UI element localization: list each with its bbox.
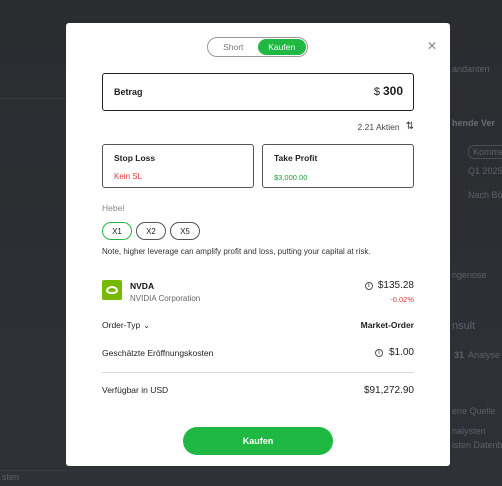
ticker-symbol: NVDA [130, 281, 155, 291]
stop-loss-field[interactable]: Stop Loss Kein SL [102, 144, 254, 188]
bg-text: Analyse [468, 350, 501, 360]
bg-text: Q1 2025 [468, 166, 502, 176]
company-name: NVIDIA Corporation [130, 294, 201, 303]
order-type-dropdown[interactable]: Order-Typ ⌄ [102, 320, 150, 330]
chevron-down-icon: ⌄ [143, 320, 150, 330]
available-value: $91,272.90 [363, 385, 414, 396]
leverage-note: Note, higher leverage can amplify profit… [102, 247, 371, 256]
bg-text: ene Quelle [452, 406, 496, 416]
estimated-cost-value: $1.00 [388, 347, 414, 358]
divider [102, 372, 414, 373]
stop-loss-value: Kein SL [114, 172, 143, 181]
bg-divider [0, 470, 66, 471]
bg-text: andanten [452, 64, 490, 74]
order-type-label: Order-Typ [102, 320, 141, 330]
shares-text: 2.21 Aktien [357, 121, 400, 132]
bg-text: ngenose [452, 270, 487, 280]
price-change: -0.02% [390, 295, 414, 304]
amount-field[interactable]: Betrag $300 [102, 73, 414, 111]
leverage-x5[interactable]: X5 [170, 222, 200, 240]
price-value: $135.28 [377, 280, 414, 291]
bg-text: Kommen [468, 145, 502, 159]
order-modal: Short Kaufen ✕ Betrag $300 2.21 Aktien ⇅… [66, 23, 450, 466]
leverage-label: Hebel [102, 203, 125, 213]
take-profit-field[interactable]: Take Profit $3,000.00 [262, 144, 414, 188]
order-side-toggle[interactable]: Short Kaufen [207, 37, 308, 57]
estimated-cost: i $1.00 [374, 347, 414, 358]
bg-text: sten [2, 472, 20, 482]
order-type-value: Market-Order [360, 320, 414, 330]
swap-icon[interactable]: ⇅ [406, 121, 414, 132]
amount-label: Betrag [114, 87, 143, 97]
take-profit-value: $3,000.00 [274, 173, 308, 182]
info-icon[interactable]: i [364, 281, 373, 290]
instrument-price: i $135.28 [364, 280, 414, 291]
available-label: Verfügbar in USD [102, 385, 169, 395]
bg-text: isten Datenb [452, 440, 502, 450]
stop-loss-label: Stop Loss [114, 153, 156, 163]
take-profit-label: Take Profit [274, 153, 318, 163]
amount-value[interactable]: $300 [374, 84, 403, 98]
bg-text: Nach Bö [468, 190, 502, 200]
nvidia-logo [102, 280, 122, 300]
shares-readout: 2.21 Aktien ⇅ [358, 121, 414, 132]
bg-text: 31 [454, 350, 465, 360]
bg-text: nalysten [452, 426, 486, 436]
buy-button[interactable]: Kaufen [183, 427, 333, 455]
bg-text: nsult [452, 320, 476, 332]
estimated-cost-label: Geschätzte Eröffnungskosten [102, 348, 214, 358]
short-option[interactable]: Short [209, 39, 258, 55]
bg-divider [0, 98, 66, 99]
currency-symbol: $ [373, 86, 380, 98]
info-icon[interactable]: i [374, 348, 383, 357]
buy-option[interactable]: Kaufen [257, 39, 306, 55]
leverage-x1[interactable]: X1 [102, 222, 132, 240]
amount-number: 300 [382, 84, 403, 98]
leverage-x2[interactable]: X2 [136, 222, 166, 240]
close-icon[interactable]: ✕ [426, 40, 438, 52]
bg-text: hende Ver [452, 118, 496, 128]
